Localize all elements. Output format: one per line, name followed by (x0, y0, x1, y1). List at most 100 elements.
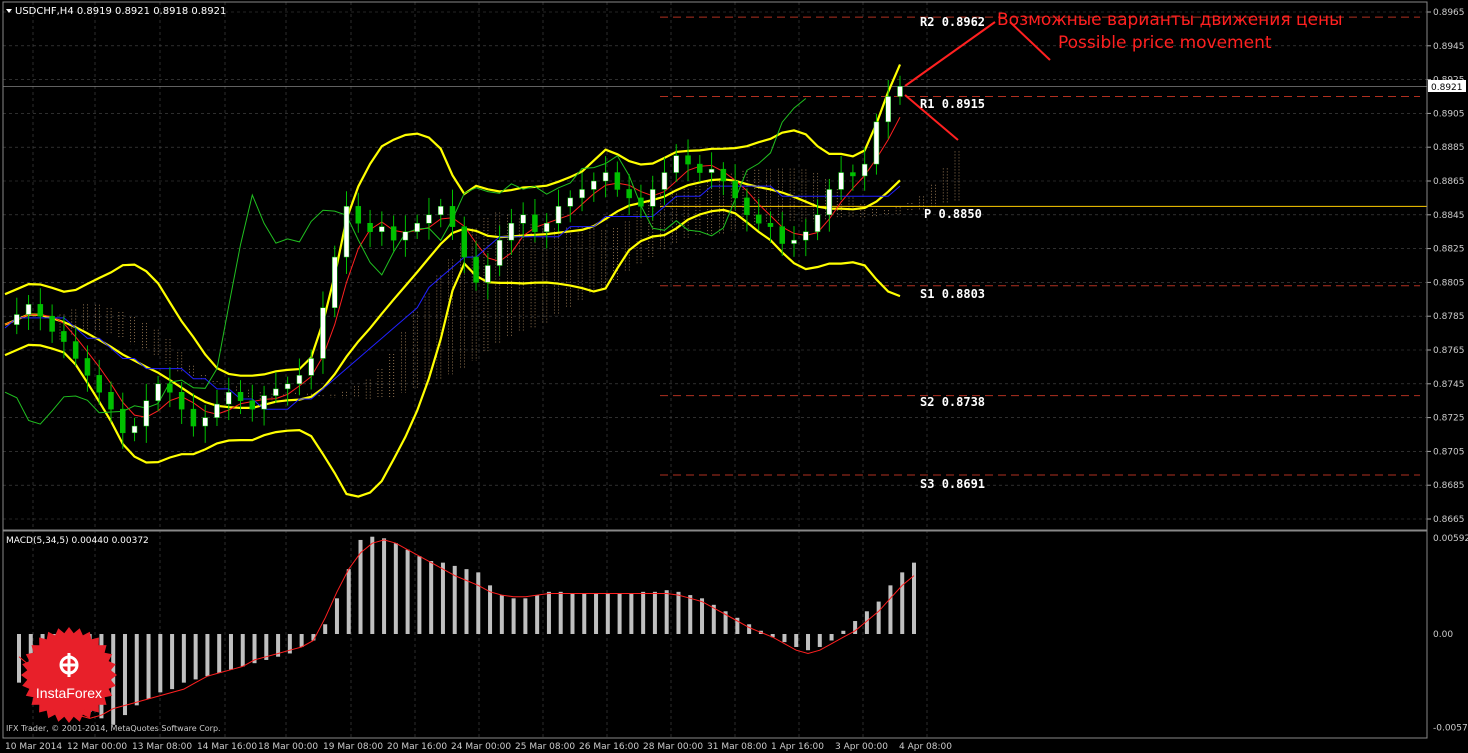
candle-body (320, 307, 326, 359)
svg-text:R2 0.8962: R2 0.8962 (920, 15, 985, 29)
price-tick: 0.8785 (1433, 312, 1465, 322)
time-tick: 12 Mar 00:00 (67, 742, 127, 752)
pivot-s3-label: S3 (920, 477, 934, 491)
price-tick: 0.8885 (1433, 143, 1465, 153)
candle-body (390, 226, 397, 241)
macd-bar (346, 569, 351, 634)
candle-body (155, 383, 161, 401)
macd-bar (228, 634, 233, 670)
pivot-r1-value: 0.8915 (942, 97, 985, 111)
macd-bar (134, 634, 139, 706)
candle-body (284, 383, 291, 390)
price-tick: 0.8665 (1433, 515, 1465, 525)
candle-body (178, 392, 185, 410)
macd-bar (535, 595, 540, 634)
candle-body (226, 392, 232, 405)
pivot-s1-value: 0.8803 (942, 287, 985, 301)
macd-bar (558, 591, 563, 634)
candle-body (461, 226, 468, 258)
price-tick: 0.8945 (1433, 42, 1465, 52)
macd-bar (688, 595, 693, 634)
macd-bar (370, 536, 375, 634)
candle-body (131, 425, 138, 434)
candle-body (237, 392, 244, 401)
macd-bar (888, 585, 893, 634)
candle-body (543, 223, 550, 232)
macd-bar (546, 591, 551, 634)
candle-body (485, 265, 491, 283)
price-tick: 0.8805 (1433, 278, 1465, 288)
candle-body (496, 239, 503, 266)
candle-body (791, 239, 797, 244)
pivot-s2-label: S2 (920, 395, 934, 409)
macd-bar (429, 561, 434, 634)
candle-body (555, 206, 562, 224)
candle-body (473, 256, 479, 283)
macd-bar (629, 593, 634, 634)
candle-body (744, 197, 750, 216)
macd-bar (252, 634, 257, 664)
time-tick: 19 Mar 08:00 (323, 742, 383, 752)
candle-body (414, 223, 420, 232)
candle-body (120, 408, 126, 434)
macd-tick: 0.00592 (1433, 534, 1468, 544)
candle-body (249, 400, 256, 410)
candle-body (72, 341, 79, 359)
pivot-r2-value: 0.8962 (942, 15, 985, 29)
macd-bar (217, 634, 222, 673)
macd-bar (605, 593, 610, 634)
macd-bar (900, 572, 905, 634)
candle-body (673, 155, 679, 173)
macd-bar (323, 624, 328, 634)
chart-canvas[interactable]: 0.005920.00-0.00578 0.89650.89450.89250.… (0, 0, 1468, 753)
time-tick: 28 Mar 00:00 (643, 742, 703, 752)
macd-bar (405, 549, 410, 634)
candle-body (402, 231, 409, 241)
candle-body (685, 155, 691, 165)
svg-text:S1 0.8803: S1 0.8803 (920, 287, 985, 301)
candle-body (614, 172, 621, 190)
price-tick: 0.8685 (1433, 481, 1465, 491)
macd-bar (876, 601, 881, 634)
candle-body (343, 206, 350, 258)
macd-bar (747, 624, 752, 634)
time-tick: 18 Mar 00:00 (258, 742, 318, 752)
time-tick: 4 Apr 08:00 (899, 742, 952, 752)
pivot-p-label: P (924, 207, 931, 221)
macd-bar (476, 572, 481, 634)
candle-body (720, 168, 727, 182)
time-tick: 31 Mar 08:00 (707, 742, 767, 752)
macd-bar (511, 598, 516, 634)
macd-bar (464, 569, 469, 634)
svg-text:R1 0.8915: R1 0.8915 (920, 97, 985, 111)
candle-body (803, 231, 809, 241)
price-tick: 0.8745 (1433, 380, 1465, 390)
macd-tick: 0.00 (1433, 630, 1453, 640)
candle-body (367, 223, 373, 232)
macd-bar (158, 634, 163, 693)
pivot-s2-value: 0.8738 (942, 395, 985, 409)
macd-bar (499, 595, 504, 634)
copyright: IFX Trader, © 2001-2014, MetaQuotes Soft… (6, 724, 221, 733)
pivot-p-value: 0.8850 (938, 207, 981, 221)
time-tick: 20 Mar 16:00 (387, 742, 447, 752)
time-tick: 26 Mar 16:00 (579, 742, 639, 752)
svg-text:S3 0.8691: S3 0.8691 (920, 477, 985, 491)
macd-bar (440, 562, 445, 634)
macd-bar (146, 634, 151, 699)
macd-bar (193, 634, 198, 680)
candle-body (108, 392, 114, 410)
candle-body (143, 400, 150, 427)
candle-body (449, 206, 456, 227)
candle-body (25, 304, 32, 315)
macd-bar (205, 634, 210, 677)
macd-bar (382, 538, 387, 634)
price-tick: 0.8765 (1433, 346, 1465, 356)
price-tick: 0.8905 (1433, 109, 1465, 119)
candle-body (661, 172, 668, 190)
macd-bar (652, 591, 657, 634)
macd-bar (641, 591, 646, 634)
candle-body (814, 214, 821, 232)
candle-body (308, 358, 314, 376)
candle-body (649, 189, 656, 207)
